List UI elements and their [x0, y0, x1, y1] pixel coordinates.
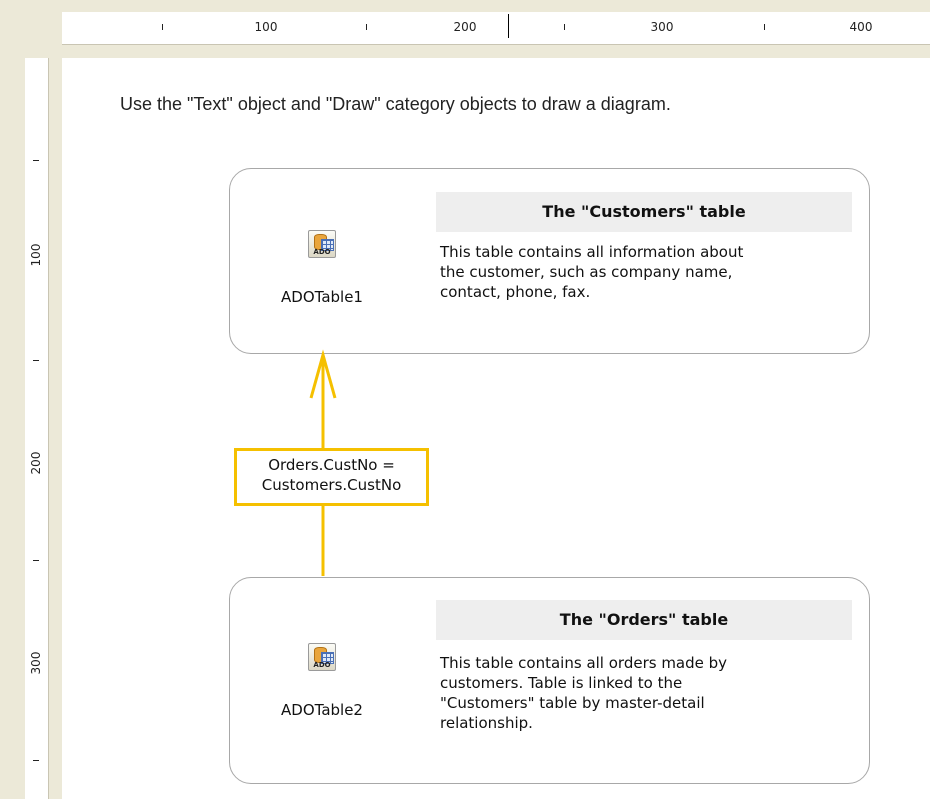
ruler-tick — [764, 24, 765, 30]
ruler-tick — [33, 160, 39, 161]
ruler-label: 100 — [29, 243, 43, 267]
ruler-tick — [564, 24, 565, 30]
ado-table-icon[interactable]: ADO — [308, 230, 336, 258]
ruler-label: 100 — [254, 20, 278, 34]
orders-description[interactable]: This table contains all orders made by c… — [440, 653, 850, 733]
component-label-adotable1[interactable]: ADOTable1 — [262, 288, 382, 306]
horizontal-ruler[interactable]: 100 200 300 400 — [62, 12, 930, 45]
ruler-label: 200 — [453, 20, 477, 34]
ado-table-icon[interactable]: ADO — [308, 643, 336, 671]
ruler-corner — [0, 0, 62, 58]
orders-title[interactable]: The "Orders" table — [436, 600, 852, 640]
ado-icon-label: ADO — [313, 661, 331, 669]
customers-description[interactable]: This table contains all information abou… — [440, 242, 850, 302]
relation-label[interactable]: Orders.CustNo = Customers.CustNo — [234, 448, 429, 506]
customers-title[interactable]: The "Customers" table — [436, 192, 852, 232]
ado-icon-label: ADO — [313, 248, 331, 256]
ruler-tick — [162, 24, 163, 30]
ruler-label: 200 — [29, 451, 43, 475]
ruler-label: 300 — [650, 20, 674, 34]
ruler-tick — [33, 760, 39, 761]
ruler-label: 300 — [29, 651, 43, 675]
ruler-tick — [33, 560, 39, 561]
ruler-tick — [33, 360, 39, 361]
component-label-adotable2[interactable]: ADOTable2 — [262, 701, 382, 719]
ruler-label: 400 — [849, 20, 873, 34]
vertical-ruler[interactable]: 100 200 300 — [25, 58, 49, 799]
instruction-text[interactable]: Use the "Text" object and "Draw" categor… — [120, 94, 671, 115]
ruler-tick — [366, 24, 367, 30]
ruler-position-marker — [508, 14, 509, 38]
